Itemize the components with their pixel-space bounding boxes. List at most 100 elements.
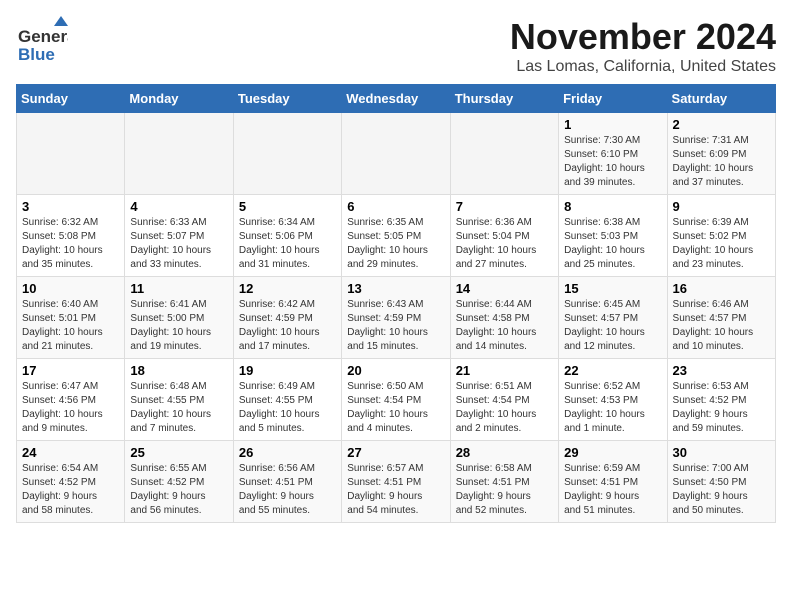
day-detail: Sunrise: 6:33 AM Sunset: 5:07 PM Dayligh… [130,216,227,272]
weekday-header: Saturday [667,85,775,113]
calendar-day-cell: 8 Sunrise: 6:38 AM Sunset: 5:03 PM Daylig… [559,195,667,277]
calendar-table: SundayMondayTuesdayWednesdayThursdayFrid… [16,84,776,523]
calendar-day-cell: 13 Sunrise: 6:43 AM Sunset: 4:59 PM Dayli… [342,277,450,359]
day-detail: Sunrise: 6:51 AM Sunset: 4:54 PM Dayligh… [456,380,553,436]
day-number: 8 [564,199,661,214]
day-number: 22 [564,363,661,378]
day-number: 10 [22,281,119,296]
day-detail: Sunrise: 6:44 AM Sunset: 4:58 PM Dayligh… [456,298,553,354]
calendar-week-row: 10 Sunrise: 6:40 AM Sunset: 5:01 PM Dayli… [17,277,776,359]
day-number: 1 [564,117,661,132]
day-detail: Sunrise: 6:34 AM Sunset: 5:06 PM Dayligh… [239,216,336,272]
day-number: 18 [130,363,227,378]
calendar-day-cell: 23 Sunrise: 6:53 AM Sunset: 4:52 PM Dayli… [667,359,775,441]
calendar-day-cell: 12 Sunrise: 6:42 AM Sunset: 4:59 PM Dayli… [233,277,341,359]
day-detail: Sunrise: 6:32 AM Sunset: 5:08 PM Dayligh… [22,216,119,272]
weekday-header: Thursday [450,85,558,113]
calendar-week-row: 3 Sunrise: 6:32 AM Sunset: 5:08 PM Daylig… [17,195,776,277]
day-detail: Sunrise: 6:57 AM Sunset: 4:51 PM Dayligh… [347,462,444,518]
day-detail: Sunrise: 6:40 AM Sunset: 5:01 PM Dayligh… [22,298,119,354]
logo-icon: General Blue [16,16,68,68]
page-subtitle: Las Lomas, California, United States [510,58,776,76]
calendar-day-cell: 25 Sunrise: 6:55 AM Sunset: 4:52 PM Dayli… [125,441,233,523]
calendar-week-row: 24Sunrise: 6:54 AM Sunset: 4:52 PM Dayli… [17,441,776,523]
calendar-day-cell: 15 Sunrise: 6:45 AM Sunset: 4:57 PM Dayli… [559,277,667,359]
calendar-day-cell: 21 Sunrise: 6:51 AM Sunset: 4:54 PM Dayli… [450,359,558,441]
day-detail: Sunrise: 6:50 AM Sunset: 4:54 PM Dayligh… [347,380,444,436]
day-detail: Sunrise: 6:46 AM Sunset: 4:57 PM Dayligh… [673,298,770,354]
svg-text:General: General [18,27,68,46]
day-number: 7 [456,199,553,214]
day-number: 25 [130,445,227,460]
title-area: November 2024 Las Lomas, California, Uni… [510,16,776,76]
calendar-day-cell: 16Sunrise: 6:46 AM Sunset: 4:57 PM Dayli… [667,277,775,359]
day-detail: Sunrise: 6:52 AM Sunset: 4:53 PM Dayligh… [564,380,661,436]
calendar-day-cell: 14Sunrise: 6:44 AM Sunset: 4:58 PM Dayli… [450,277,558,359]
weekday-header: Monday [125,85,233,113]
calendar-day-cell: 29 Sunrise: 6:59 AM Sunset: 4:51 PM Dayli… [559,441,667,523]
day-detail: Sunrise: 6:59 AM Sunset: 4:51 PM Dayligh… [564,462,661,518]
day-number: 21 [456,363,553,378]
day-number: 5 [239,199,336,214]
calendar-day-cell [125,113,233,195]
day-detail: Sunrise: 6:48 AM Sunset: 4:55 PM Dayligh… [130,380,227,436]
day-detail: Sunrise: 7:30 AM Sunset: 6:10 PM Dayligh… [564,134,661,190]
calendar-day-cell: 27 Sunrise: 6:57 AM Sunset: 4:51 PM Dayli… [342,441,450,523]
day-number: 26 [239,445,336,460]
day-number: 17 [22,363,119,378]
calendar-day-cell: 19 Sunrise: 6:49 AM Sunset: 4:55 PM Dayli… [233,359,341,441]
day-detail: Sunrise: 6:55 AM Sunset: 4:52 PM Dayligh… [130,462,227,518]
calendar-day-cell [233,113,341,195]
day-detail: Sunrise: 6:56 AM Sunset: 4:51 PM Dayligh… [239,462,336,518]
day-number: 12 [239,281,336,296]
day-detail: Sunrise: 6:35 AM Sunset: 5:05 PM Dayligh… [347,216,444,272]
day-number: 29 [564,445,661,460]
page-title: November 2024 [510,16,776,58]
calendar-day-cell [342,113,450,195]
day-detail: Sunrise: 6:49 AM Sunset: 4:55 PM Dayligh… [239,380,336,436]
day-number: 24 [22,445,119,460]
calendar-day-cell: 18 Sunrise: 6:48 AM Sunset: 4:55 PM Dayli… [125,359,233,441]
weekday-header: Sunday [17,85,125,113]
day-detail: Sunrise: 6:38 AM Sunset: 5:03 PM Dayligh… [564,216,661,272]
day-detail: Sunrise: 6:58 AM Sunset: 4:51 PM Dayligh… [456,462,553,518]
day-number: 15 [564,281,661,296]
svg-text:Blue: Blue [18,45,55,64]
calendar-day-cell: 3 Sunrise: 6:32 AM Sunset: 5:08 PM Daylig… [17,195,125,277]
day-detail: Sunrise: 6:39 AM Sunset: 5:02 PM Dayligh… [673,216,770,272]
calendar-week-row: 1 Sunrise: 7:30 AM Sunset: 6:10 PM Daylig… [17,113,776,195]
day-number: 30 [673,445,770,460]
weekday-header: Friday [559,85,667,113]
day-detail: Sunrise: 6:42 AM Sunset: 4:59 PM Dayligh… [239,298,336,354]
calendar-day-cell [450,113,558,195]
calendar-day-cell: 9 Sunrise: 6:39 AM Sunset: 5:02 PM Daylig… [667,195,775,277]
day-number: 28 [456,445,553,460]
day-detail: Sunrise: 6:43 AM Sunset: 4:59 PM Dayligh… [347,298,444,354]
day-number: 19 [239,363,336,378]
day-detail: Sunrise: 6:36 AM Sunset: 5:04 PM Dayligh… [456,216,553,272]
calendar-day-cell: 5 Sunrise: 6:34 AM Sunset: 5:06 PM Daylig… [233,195,341,277]
calendar-day-cell: 17 Sunrise: 6:47 AM Sunset: 4:56 PM Dayli… [17,359,125,441]
calendar-day-cell: 28 Sunrise: 6:58 AM Sunset: 4:51 PM Dayli… [450,441,558,523]
calendar-day-cell: 10 Sunrise: 6:40 AM Sunset: 5:01 PM Dayli… [17,277,125,359]
day-number: 20 [347,363,444,378]
calendar-day-cell: 22 Sunrise: 6:52 AM Sunset: 4:53 PM Dayli… [559,359,667,441]
day-number: 4 [130,199,227,214]
day-number: 27 [347,445,444,460]
day-number: 3 [22,199,119,214]
calendar-day-cell: 20 Sunrise: 6:50 AM Sunset: 4:54 PM Dayli… [342,359,450,441]
calendar-week-row: 17 Sunrise: 6:47 AM Sunset: 4:56 PM Dayli… [17,359,776,441]
calendar-day-cell: 4 Sunrise: 6:33 AM Sunset: 5:07 PM Daylig… [125,195,233,277]
day-detail: Sunrise: 6:53 AM Sunset: 4:52 PM Dayligh… [673,380,770,436]
day-number: 13 [347,281,444,296]
day-detail: Sunrise: 6:45 AM Sunset: 4:57 PM Dayligh… [564,298,661,354]
calendar-day-cell: 30Sunrise: 7:00 AM Sunset: 4:50 PM Dayli… [667,441,775,523]
weekday-header: Wednesday [342,85,450,113]
day-number: 23 [673,363,770,378]
calendar-day-cell: 24Sunrise: 6:54 AM Sunset: 4:52 PM Dayli… [17,441,125,523]
day-detail: Sunrise: 6:47 AM Sunset: 4:56 PM Dayligh… [22,380,119,436]
day-number: 6 [347,199,444,214]
weekday-header: Tuesday [233,85,341,113]
day-number: 9 [673,199,770,214]
calendar-day-cell: 6 Sunrise: 6:35 AM Sunset: 5:05 PM Daylig… [342,195,450,277]
